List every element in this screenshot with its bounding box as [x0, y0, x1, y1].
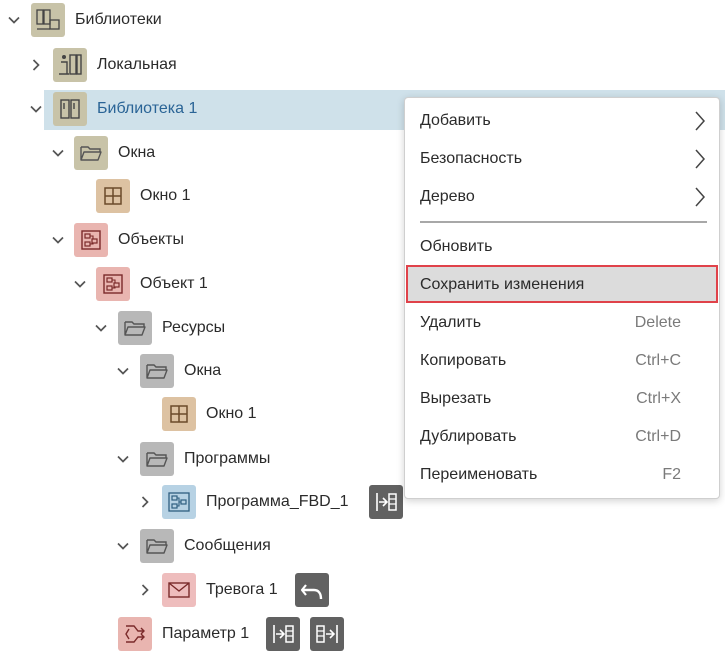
menu-item-label: Сохранить изменения: [420, 276, 585, 293]
menu-item-label: Дерево: [420, 188, 475, 205]
menu-item-add[interactable]: Добавить: [405, 101, 719, 139]
undo-arrow-icon[interactable]: [295, 573, 329, 607]
envelope-icon: [162, 573, 196, 607]
submenu-arrow-icon: [693, 148, 707, 170]
window-icon: [96, 179, 130, 213]
expand-chevron-icon[interactable]: [115, 363, 131, 379]
menu-item-refresh[interactable]: Обновить: [405, 227, 719, 265]
tree-item-window1[interactable]: Окно 1: [140, 186, 191, 206]
collapse-chevron-icon[interactable]: [28, 57, 44, 73]
expand-chevron-icon[interactable]: [50, 232, 66, 248]
menu-item-shortcut: Ctrl+D: [635, 428, 681, 445]
folder-icon: [140, 529, 174, 563]
menu-item-delete[interactable]: Удалить Delete: [405, 303, 719, 341]
tree-item-programs[interactable]: Программы: [184, 449, 270, 469]
expand-chevron-icon[interactable]: [6, 12, 22, 28]
submenu-arrow-icon: [693, 186, 707, 208]
objects-icon: [74, 223, 108, 257]
tree-item-windows[interactable]: Окна: [118, 143, 155, 163]
menu-item-label: Добавить: [420, 112, 491, 129]
menu-item-copy[interactable]: Копировать Ctrl+C: [405, 341, 719, 379]
menu-item-shortcut: Ctrl+X: [636, 390, 681, 407]
tree-item-res-window1[interactable]: Окно 1: [206, 404, 257, 424]
tree-item-local[interactable]: Локальная: [97, 55, 177, 75]
collapse-chevron-icon[interactable]: [137, 582, 153, 598]
tree-item-parameter1[interactable]: Параметр 1: [162, 624, 249, 644]
submenu-arrow-icon: [693, 110, 707, 132]
libraries-icon: [31, 3, 65, 37]
expand-chevron-icon[interactable]: [72, 276, 88, 292]
menu-item-label: Обновить: [420, 238, 493, 255]
tree-item-libraries[interactable]: Библиотеки: [75, 10, 162, 30]
folder-icon: [118, 311, 152, 345]
local-library-icon: [53, 48, 87, 82]
output-binding-icon[interactable]: [310, 617, 344, 651]
menu-item-label: Удалить: [420, 314, 482, 331]
tree-item-messages[interactable]: Сообщения: [184, 536, 271, 556]
tree-item-resources[interactable]: Ресурсы: [162, 318, 225, 338]
menu-item-duplicate[interactable]: Дублировать Ctrl+D: [405, 417, 719, 455]
menu-item-label: Дублировать: [420, 428, 517, 445]
menu-item-tree[interactable]: Дерево: [405, 177, 719, 215]
library-icon: [53, 92, 87, 126]
menu-item-label: Вырезать: [420, 390, 492, 407]
tree-item-library1[interactable]: Библиотека 1: [97, 99, 197, 119]
object-icon: [96, 267, 130, 301]
collapse-chevron-icon[interactable]: [137, 494, 153, 510]
fbd-program-icon: [162, 485, 196, 519]
menu-item-label: Копировать: [420, 352, 507, 369]
menu-item-security[interactable]: Безопасность: [405, 139, 719, 177]
expand-chevron-icon[interactable]: [93, 320, 109, 336]
menu-item-shortcut: F2: [662, 466, 681, 483]
expand-chevron-icon[interactable]: [50, 145, 66, 161]
tree-item-program-fbd[interactable]: Программа_FBD_1: [206, 492, 349, 512]
tree-item-res-windows[interactable]: Окна: [184, 361, 221, 381]
menu-item-label: Переименовать: [420, 466, 538, 483]
context-menu: Добавить Безопасность Дерево Обновить Со…: [404, 97, 720, 499]
tree-item-object1[interactable]: Объект 1: [140, 274, 208, 294]
tree-item-objects[interactable]: Объекты: [118, 230, 184, 250]
parameter-icon: [118, 617, 152, 651]
menu-item-shortcut: Ctrl+C: [635, 352, 681, 369]
menu-item-shortcut: Delete: [634, 314, 681, 331]
input-binding-icon[interactable]: [369, 485, 403, 519]
expand-chevron-icon[interactable]: [115, 451, 131, 467]
menu-item-label: Безопасность: [420, 150, 523, 167]
folder-icon: [140, 354, 174, 388]
tree-item-alarm1[interactable]: Тревога 1: [206, 580, 278, 600]
expand-chevron-icon[interactable]: [115, 538, 131, 554]
expand-chevron-icon[interactable]: [28, 101, 44, 117]
menu-item-save-changes[interactable]: Сохранить изменения: [406, 265, 718, 303]
menu-item-rename[interactable]: Переименовать F2: [405, 455, 719, 493]
menu-separator: [420, 221, 707, 223]
window-icon: [162, 397, 196, 431]
folder-icon: [74, 136, 108, 170]
input-binding-icon[interactable]: [266, 617, 300, 651]
menu-item-cut[interactable]: Вырезать Ctrl+X: [405, 379, 719, 417]
folder-icon: [140, 442, 174, 476]
